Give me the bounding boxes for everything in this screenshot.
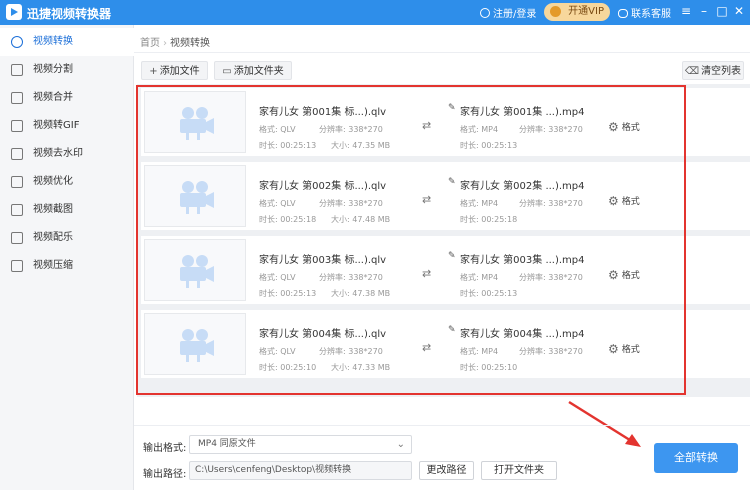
- sidebar-item-screenshot[interactable]: 视频截图: [0, 196, 134, 224]
- login-link[interactable]: 注册/登录: [480, 5, 536, 20]
- close-icon[interactable]: ✕: [732, 4, 746, 18]
- sidebar-item-label: 视频截图: [33, 204, 73, 215]
- header-divider: [134, 52, 750, 53]
- support-link[interactable]: 联系客服: [618, 5, 671, 20]
- menu-icon[interactable]: ≡: [679, 4, 693, 18]
- sidebar-item-label: 视频转换: [33, 36, 73, 47]
- sidebar-item-label: 视频合并: [33, 92, 73, 103]
- chevron-down-icon: ⌄: [396, 439, 405, 450]
- sidebar-item-video-convert[interactable]: 视频转换: [0, 28, 134, 56]
- video-merge-icon: [11, 92, 23, 104]
- bottom-divider: [134, 425, 750, 426]
- breadcrumb-current: 视频转换: [170, 38, 210, 49]
- highlight-box: [136, 85, 686, 395]
- breadcrumb-separator: ›: [163, 38, 167, 49]
- sidebar-item-video-gif[interactable]: 视频转GIF: [0, 112, 134, 140]
- sidebar-item-optimize[interactable]: 视频优化: [0, 168, 134, 196]
- output-format-label: 输出格式:: [143, 443, 187, 454]
- user-icon: [480, 8, 490, 18]
- app-title: 迅捷视频转换器: [27, 7, 112, 21]
- sidebar-item-video-merge[interactable]: 视频合并: [0, 84, 134, 112]
- output-format-select[interactable]: MP4 同原文件 ⌄: [189, 435, 412, 454]
- video-split-icon: [11, 64, 23, 76]
- sidebar-item-label: 视频分割: [33, 64, 73, 75]
- sidebar-item-label: 视频配乐: [33, 232, 73, 243]
- screenshot-icon: [11, 204, 23, 216]
- output-path-label: 输出路径:: [143, 469, 187, 480]
- change-path-button[interactable]: 更改路径: [419, 461, 474, 480]
- plus-icon: +: [149, 66, 158, 77]
- title-bar: 迅捷视频转换器 注册/登录 开通VIP 联系客服 ≡ – □ ✕: [0, 0, 750, 25]
- output-format-value: MP4 同原文件: [198, 439, 256, 449]
- chat-icon: [618, 9, 628, 18]
- app-logo-icon: [6, 4, 22, 20]
- sidebar: 视频转换 视频分割 视频合并 视频转GIF 视频去水印 视频优化 视频截图 视频…: [0, 25, 134, 490]
- folder-icon: ▭: [222, 66, 232, 77]
- sidebar-item-music[interactable]: 视频配乐: [0, 224, 134, 252]
- vip-label: 开通VIP: [568, 6, 604, 17]
- vip-button[interactable]: 开通VIP: [544, 3, 610, 21]
- breadcrumb: 首页 › 视频转换: [140, 34, 210, 49]
- sidebar-item-label: 视频优化: [33, 176, 73, 187]
- add-folder-label: 添加文件夹: [233, 66, 284, 77]
- output-path-field[interactable]: C:\Users\cenfeng\Desktop\视频转换: [189, 461, 412, 480]
- video-convert-icon: [11, 36, 23, 48]
- breadcrumb-home[interactable]: 首页: [140, 38, 160, 49]
- video-gif-icon: [11, 120, 23, 132]
- sidebar-item-label: 视频转GIF: [33, 120, 80, 131]
- login-label: 注册/登录: [493, 9, 537, 20]
- add-file-label: 添加文件: [159, 66, 200, 77]
- clear-list-label: 清空列表: [701, 66, 742, 77]
- open-folder-button[interactable]: 打开文件夹: [481, 461, 557, 480]
- maximize-icon[interactable]: □: [715, 4, 729, 18]
- sidebar-item-compress[interactable]: 视频压缩: [0, 252, 134, 280]
- sidebar-item-label: 视频去水印: [33, 148, 83, 159]
- trash-icon: ⌫: [684, 66, 700, 77]
- add-file-button[interactable]: + 添加文件: [141, 61, 208, 80]
- support-label: 联系客服: [631, 9, 671, 20]
- crown-icon: [550, 6, 561, 17]
- music-icon: [11, 232, 23, 244]
- convert-all-button[interactable]: 全部转换: [654, 443, 738, 473]
- minimize-icon[interactable]: –: [697, 4, 711, 18]
- watermark-icon: [11, 148, 23, 160]
- annotation-arrow-icon: [568, 400, 641, 447]
- add-folder-button[interactable]: ▭ 添加文件夹: [214, 61, 292, 80]
- sidebar-item-watermark[interactable]: 视频去水印: [0, 140, 134, 168]
- clear-list-button[interactable]: ⌫ 清空列表: [682, 61, 744, 80]
- sidebar-item-video-split[interactable]: 视频分割: [0, 56, 134, 84]
- optimize-icon: [11, 176, 23, 188]
- sidebar-item-label: 视频压缩: [33, 260, 73, 271]
- compress-icon: [11, 260, 23, 272]
